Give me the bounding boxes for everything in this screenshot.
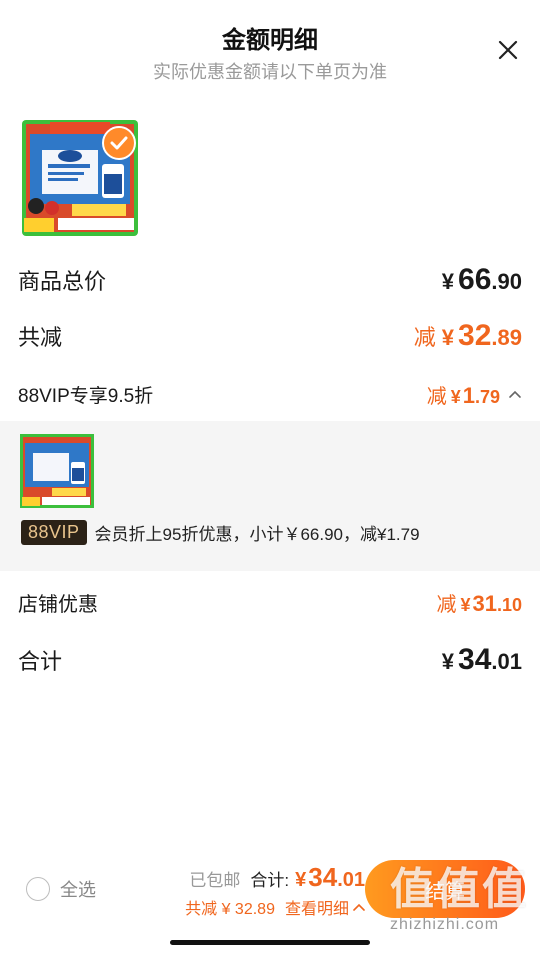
shop-discount-label: 店铺优惠 <box>18 593 98 616</box>
price-decimal: .10 <box>496 594 522 615</box>
shop-discount-row: 店铺优惠 减 ¥ 31 .10 <box>18 584 522 620</box>
price-detail-sheet: 金额明细 实际优惠金额请以下单页为准 商品总价 ¥ 66 .90 共减 减 ¥ … <box>0 0 540 957</box>
price-decimal: .01 <box>337 869 365 891</box>
total-discount-row: 共减 减 ¥ 32 .89 <box>18 316 522 356</box>
subtotal-price: ¥ 34 .01 <box>442 643 522 677</box>
currency-symbol: ¥ <box>441 649 455 674</box>
selected-check-badge[interactable] <box>102 126 136 160</box>
vip-detail-line: 88VIP 会员折上95折优惠，小计￥66.90，减¥1.79 <box>21 520 420 545</box>
total-discount-price: 减 ¥ 32 .89 <box>414 319 522 353</box>
vip-detail-panel: 88VIP 会员折上95折优惠，小计￥66.90，减¥1.79 <box>0 421 540 571</box>
discount-prefix: 减 <box>436 593 457 616</box>
currency-symbol: ¥ <box>295 869 307 891</box>
summary-discount-line: 共减 ¥ 32.89 查看明细 <box>150 895 365 919</box>
vip-discount-label: 88VIP专享9.5折 <box>18 385 154 407</box>
goods-total-row: 商品总价 ¥ 66 .90 <box>18 260 522 300</box>
price-integer: 34 <box>458 643 492 676</box>
checkout-label: 结算 <box>425 880 465 903</box>
order-summary: 已包邮 合计: ¥ 34 .01 共减 ¥ 32.89 查看明细 <box>150 862 365 919</box>
chevron-up-icon[interactable] <box>508 387 522 401</box>
total-price: ¥ 34 .01 <box>295 862 365 893</box>
vip-product-thumbnail <box>20 434 94 508</box>
watermark-url: zhizhizhi.com <box>390 916 500 933</box>
subtotal-row: 合计 ¥ 34 .01 <box>18 640 522 680</box>
price-integer: 31 <box>472 590 497 616</box>
select-all-label: 全选 <box>60 880 96 900</box>
discount-prefix: 减 <box>413 325 436 350</box>
price-integer: 32 <box>458 319 492 352</box>
checkout-button[interactable]: 结算 <box>365 860 525 918</box>
select-all-toggle[interactable]: 全选 <box>26 876 96 902</box>
price-integer: 1 <box>462 382 475 408</box>
price-integer: 66 <box>458 263 492 296</box>
vip-discount-row[interactable]: 88VIP专享9.5折 减 ¥ 1 .79 <box>18 376 522 412</box>
price-decimal: .01 <box>491 649 522 674</box>
price-integer: 34 <box>308 862 338 892</box>
goods-total-label: 商品总价 <box>18 269 107 294</box>
discount-prefix: 减 <box>426 385 447 408</box>
summary-total-line: 已包邮 合计: ¥ 34 .01 <box>150 862 365 893</box>
total-label: 合计: <box>250 871 290 890</box>
select-all-radio[interactable] <box>26 877 50 901</box>
subtotal-label: 合计 <box>18 649 63 674</box>
vip-discount-price: 减 ¥ 1 .79 <box>427 380 522 409</box>
goods-total-price: ¥ 66 .90 <box>442 263 522 297</box>
currency-symbol: ¥ <box>460 594 471 615</box>
view-detail-label: 查看明细 <box>284 901 349 918</box>
total-discount-label: 共减 <box>18 325 63 350</box>
currency-symbol: ¥ <box>450 386 461 407</box>
free-shipping-label: 已包邮 <box>189 871 241 890</box>
price-decimal: .90 <box>491 269 522 294</box>
check-icon <box>110 136 128 150</box>
currency-symbol: ¥ <box>441 269 455 294</box>
product-thumbnail[interactable] <box>22 120 138 236</box>
shop-discount-price: 减 ¥ 31 .10 <box>436 588 522 617</box>
product-image <box>20 434 94 508</box>
sheet-title: 金额明细 <box>222 27 318 54</box>
discount-summary: 共减 ¥ 32.89 <box>185 901 275 918</box>
view-detail-link[interactable]: 查看明细 <box>285 895 365 919</box>
sheet-header: 金额明细 实际优惠金额请以下单页为准 <box>0 0 540 96</box>
price-decimal: .89 <box>491 325 522 350</box>
vip-detail-text: 会员折上95折优惠，小计￥66.90，减¥1.79 <box>94 525 420 544</box>
home-indicator[interactable] <box>170 940 370 945</box>
close-icon[interactable] <box>496 38 520 62</box>
price-decimal: .79 <box>474 386 500 407</box>
chevron-up-icon <box>353 903 365 911</box>
currency-symbol: ¥ <box>441 325 455 350</box>
vip-badge: 88VIP <box>21 520 87 545</box>
sheet-subtitle: 实际优惠金额请以下单页为准 <box>153 62 387 82</box>
